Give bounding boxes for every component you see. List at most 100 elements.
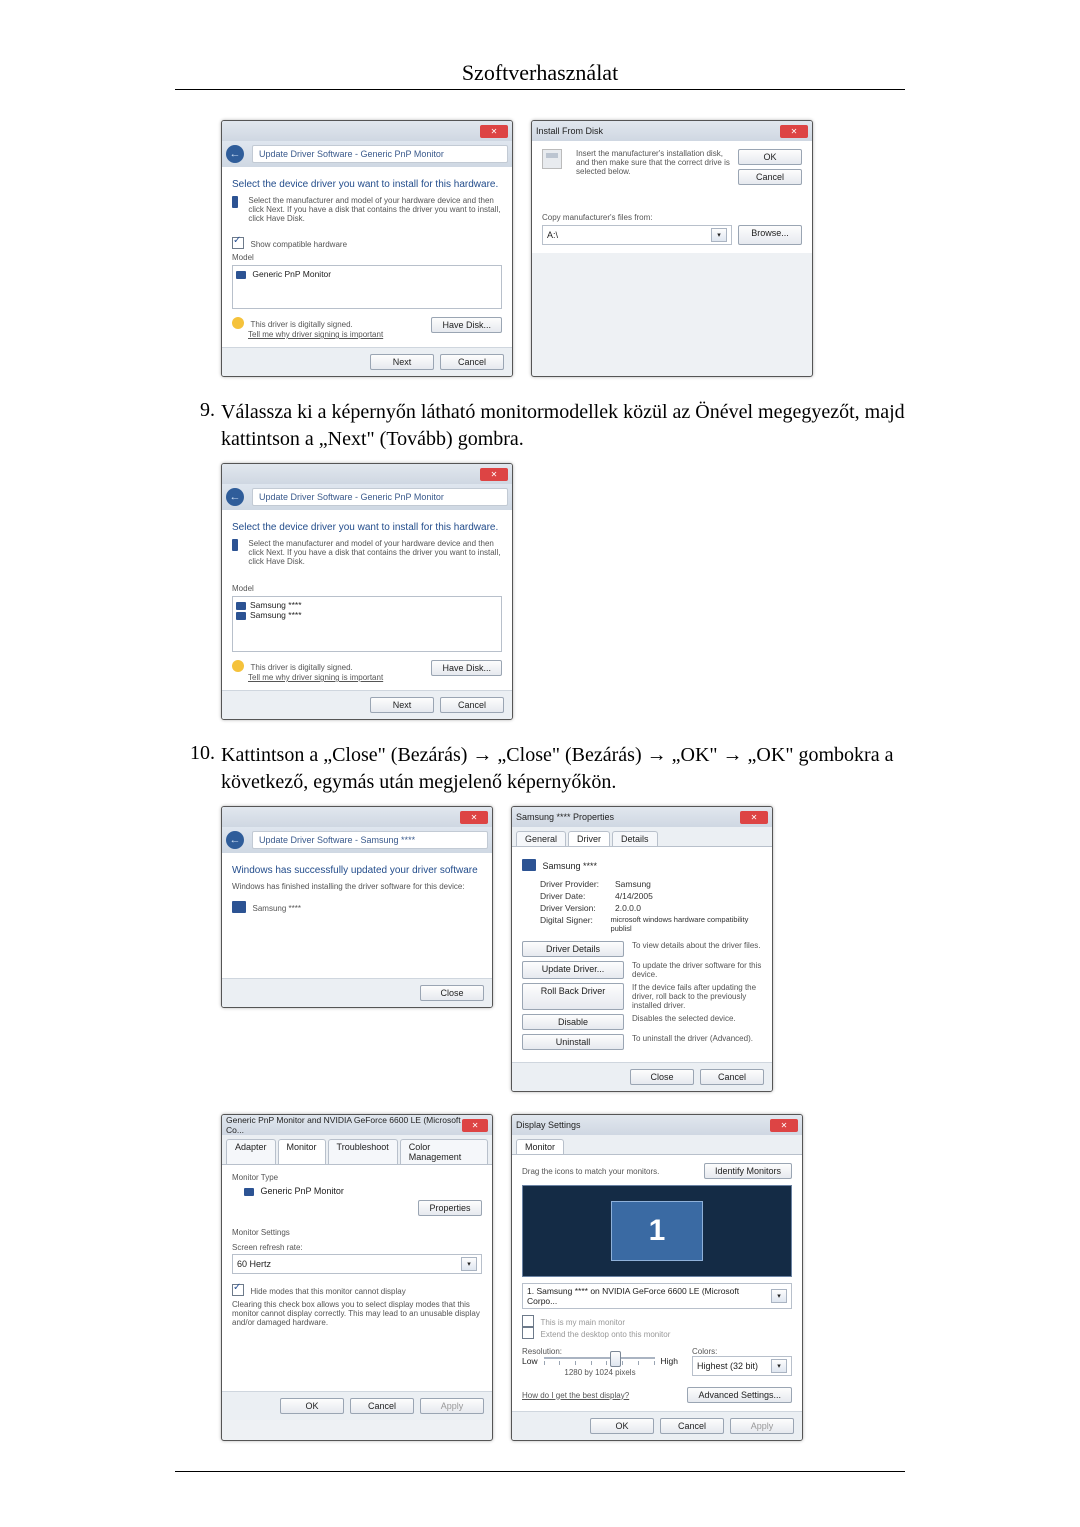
monitor-arrangement-area[interactable]: 1 [522,1185,792,1277]
close-icon[interactable]: ✕ [480,468,508,481]
apply-button[interactable]: Apply [420,1398,484,1414]
model-listbox[interactable]: Generic PnP Monitor [232,265,502,309]
tab-troubleshoot[interactable]: Troubleshoot [328,1139,398,1164]
monitor-type-value: Generic PnP Monitor [261,1186,344,1196]
back-icon[interactable]: ← [226,831,244,849]
signing-info-link[interactable]: Tell me why driver signing is important [248,673,383,682]
tab-color-management[interactable]: Color Management [400,1139,488,1164]
extend-desktop-label: Extend the desktop onto this monitor [541,1330,671,1339]
close-icon[interactable]: ✕ [770,1119,798,1132]
hide-modes-label: Hide modes that this monitor cannot disp… [251,1287,406,1296]
monitor-select-value: 1. Samsung **** on NVIDIA GeForce 6600 L… [527,1286,771,1306]
refresh-rate-dropdown[interactable]: 60 Hertz ▾ [232,1254,482,1274]
monitor-1-icon[interactable]: 1 [611,1201,703,1261]
dialog-subtext: Select the manufacturer and model of you… [248,196,502,223]
slider-low-label: Low [522,1356,538,1366]
tab-adapter[interactable]: Adapter [226,1139,276,1164]
chevron-down-icon[interactable]: ▾ [771,1289,787,1303]
monitor-settings-label: Monitor Settings [232,1228,482,1237]
cancel-button[interactable]: Cancel [700,1069,764,1085]
disable-button[interactable]: Disable [522,1014,624,1030]
drive-value: A:\ [547,230,558,240]
signed-label: This driver is digitally signed. [251,663,353,672]
install-from-disk-dialog: Install From Disk ✕ Insert the manufactu… [531,120,813,377]
next-button[interactable]: Next [370,354,434,370]
close-icon[interactable]: ✕ [480,125,508,138]
advanced-settings-button[interactable]: Advanced Settings... [687,1387,792,1403]
have-disk-button[interactable]: Have Disk... [431,660,502,676]
dialog-title: Generic PnP Monitor and NVIDIA GeForce 6… [226,1115,462,1135]
driver-version-label: Driver Version: [540,903,615,913]
slider-high-label: High [661,1356,678,1366]
rollback-driver-text: If the device fails after updating the d… [632,983,762,1010]
update-driver-text: To update the driver software for this d… [632,961,762,979]
rollback-driver-button[interactable]: Roll Back Driver [522,983,624,1010]
colors-label: Colors: [692,1347,792,1356]
colors-dropdown[interactable]: Highest (32 bit) ▾ [692,1356,792,1376]
list-item[interactable]: Samsung **** [250,610,302,620]
browse-button[interactable]: Browse... [738,225,802,245]
ok-button[interactable]: OK [738,149,802,165]
back-icon[interactable]: ← [226,488,244,506]
drag-instruction: Drag the icons to match your monitors. [522,1167,659,1176]
properties-button[interactable]: Properties [418,1200,482,1216]
model-listbox[interactable]: Samsung **** Samsung **** [232,596,502,652]
ok-button[interactable]: OK [590,1418,654,1434]
apply-button[interactable]: Apply [730,1418,794,1434]
dialog-title: Display Settings [516,1120,581,1130]
resolution-slider[interactable]: Low High [522,1356,678,1366]
drive-dropdown[interactable]: A:\ ▾ [542,225,732,245]
monitor-icon [232,901,246,913]
tab-general[interactable]: General [516,831,566,846]
dialog-heading: Select the device driver you want to ins… [232,522,502,533]
driver-provider-label: Driver Provider: [540,879,615,889]
shield-icon [232,660,244,672]
chevron-down-icon[interactable]: ▾ [711,228,727,242]
shield-icon [232,317,244,329]
chevron-down-icon[interactable]: ▾ [771,1359,787,1373]
close-icon[interactable]: ✕ [460,811,488,824]
monitor-number: 1 [649,1214,666,1248]
identify-monitors-button[interactable]: Identify Monitors [704,1163,792,1179]
cancel-button[interactable]: Cancel [660,1418,724,1434]
list-item[interactable]: Generic PnP Monitor [252,269,331,279]
show-compatible-checkbox[interactable] [232,237,244,249]
driver-version-value: 2.0.0.0 [615,903,641,913]
best-display-link[interactable]: How do I get the best display? [522,1391,629,1400]
monitor-select-dropdown[interactable]: 1. Samsung **** on NVIDIA GeForce 6600 L… [522,1283,792,1309]
update-driver-button[interactable]: Update Driver... [522,961,624,979]
step-9: 9. Válassza ki a képernyőn látható monit… [175,399,905,453]
cancel-button[interactable]: Cancel [738,169,802,185]
cancel-button[interactable]: Cancel [440,697,504,713]
tab-driver[interactable]: Driver [568,831,610,846]
colors-value: Highest (32 bit) [697,1361,758,1371]
tab-monitor[interactable]: Monitor [516,1139,564,1154]
cancel-button[interactable]: Cancel [350,1398,414,1414]
driver-details-button[interactable]: Driver Details [522,941,624,957]
signing-info-link[interactable]: Tell me why driver signing is important [248,330,383,339]
cancel-button[interactable]: Cancel [440,354,504,370]
update-driver-dialog-1: ✕ ← Update Driver Software - Generic PnP… [221,120,513,377]
signed-label: This driver is digitally signed. [251,320,353,329]
tab-monitor[interactable]: Monitor [278,1139,326,1164]
close-icon[interactable]: ✕ [780,125,808,138]
hide-modes-checkbox[interactable] [232,1284,244,1296]
dialog-subtext: Select the manufacturer and model of you… [248,539,502,566]
tab-details[interactable]: Details [612,831,658,846]
tabs: Monitor [512,1135,802,1155]
close-button[interactable]: Close [420,985,484,1001]
uninstall-button[interactable]: Uninstall [522,1034,624,1050]
back-icon[interactable]: ← [226,145,244,163]
next-button[interactable]: Next [370,697,434,713]
ok-button[interactable]: OK [280,1398,344,1414]
resolution-value: 1280 by 1024 pixels [522,1368,678,1377]
refresh-rate-label: Screen refresh rate: [232,1243,482,1252]
close-icon[interactable]: ✕ [740,811,768,824]
have-disk-button[interactable]: Have Disk... [431,317,502,333]
chevron-down-icon[interactable]: ▾ [461,1257,477,1271]
list-item[interactable]: Samsung **** [250,600,302,610]
dialog-title: Install From Disk [536,126,603,136]
close-button[interactable]: Close [630,1069,694,1085]
close-icon[interactable]: ✕ [462,1119,488,1132]
dialog-title: Samsung **** Properties [516,812,614,822]
